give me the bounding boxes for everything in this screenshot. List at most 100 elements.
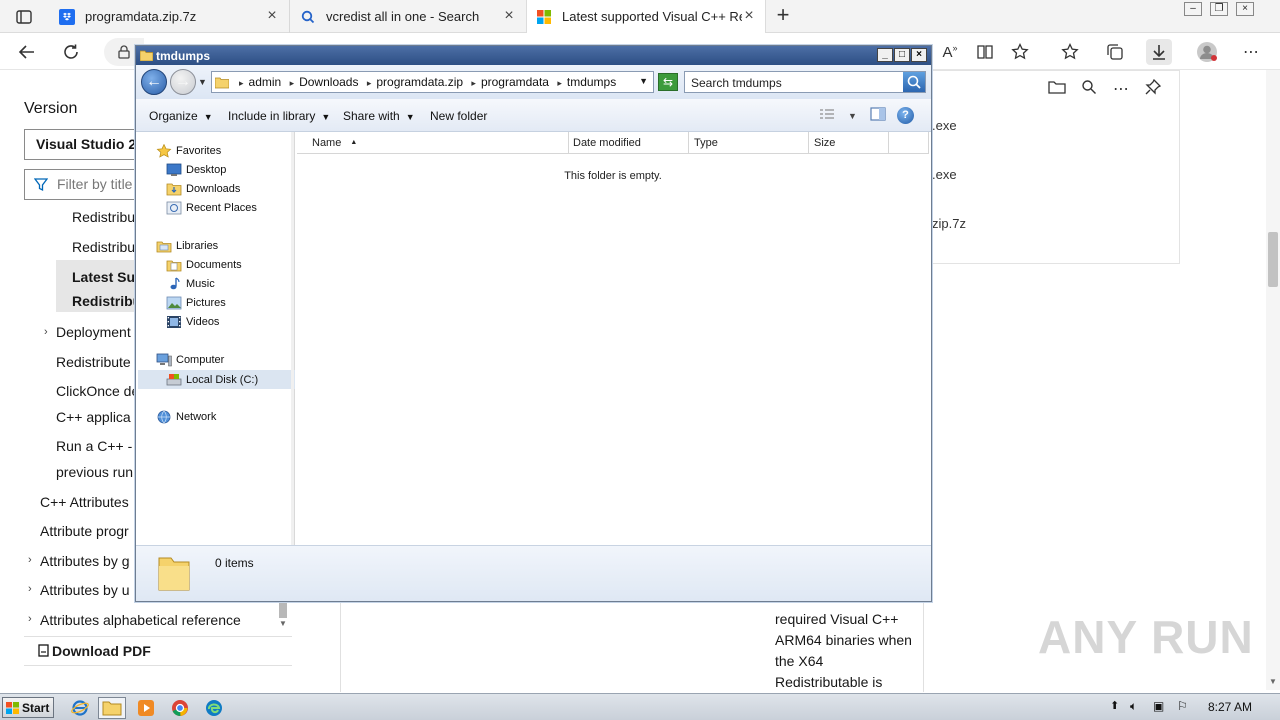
new-tab-button[interactable]: + <box>770 4 796 27</box>
explorer-back-button[interactable]: ← <box>141 69 167 95</box>
nav-item[interactable]: ClickOnce de <box>56 383 139 399</box>
tree-computer[interactable]: Computer <box>156 353 224 367</box>
change-view-button[interactable] <box>819 107 835 124</box>
view-options-dropdown[interactable]: ▼ <box>848 111 857 121</box>
taskbar-media-player[interactable] <box>132 697 160 719</box>
back-button[interactable] <box>14 39 40 65</box>
nav-item-selected[interactable]: Redistribu <box>72 293 141 309</box>
scroll-down-icon[interactable]: ▼ <box>1269 677 1277 686</box>
tree-libraries[interactable]: Libraries <box>156 239 218 253</box>
preview-pane-button[interactable] <box>870 107 886 124</box>
breadcrumb-item[interactable]: tmdumps <box>567 75 616 89</box>
nav-item[interactable]: Redistribu <box>72 239 135 255</box>
share-with-menu[interactable]: Share with ▼ <box>343 109 415 123</box>
download-item[interactable]: .exe <box>932 118 957 133</box>
chevron-right-icon[interactable]: › <box>28 554 32 566</box>
downloads-button[interactable] <box>1146 39 1172 65</box>
nav-item[interactable]: Attributes alphabetical reference <box>40 612 241 628</box>
nav-scrollbar[interactable]: ▼ <box>277 600 291 632</box>
page-scroll-thumb[interactable] <box>1268 232 1278 287</box>
explorer-address-bar[interactable]: ▸ admin ▸ Downloads ▸ programdata.zip ▸ prog… <box>211 71 654 93</box>
address-history-dropdown[interactable]: ▼ <box>639 76 648 86</box>
nav-item[interactable]: Attribute progr <box>40 523 129 539</box>
settings-more-button[interactable]: ⋯ <box>1238 39 1264 65</box>
tree-network[interactable]: Network <box>156 410 216 424</box>
chevron-right-icon[interactable]: › <box>28 613 32 625</box>
explorer-close-button[interactable]: × <box>911 48 927 62</box>
close-tab-icon[interactable]: × <box>501 8 517 24</box>
favorites-button[interactable] <box>1058 39 1084 65</box>
refresh-button[interactable] <box>58 39 84 65</box>
pin-icon[interactable] <box>1142 78 1164 101</box>
recent-pages-dropdown[interactable]: ▼ <box>198 77 207 87</box>
explorer-forward-button[interactable]: → <box>170 69 196 95</box>
tree-desktop[interactable]: Desktop <box>166 163 226 177</box>
tray-show-hidden-icon[interactable]: ⬆ <box>1110 699 1119 712</box>
explorer-search-input[interactable]: Search tmdumps <box>684 71 926 93</box>
nav-item-selected[interactable]: Latest Sup <box>72 269 144 285</box>
immersive-reader-button[interactable] <box>972 39 998 65</box>
taskbar-chrome[interactable] <box>166 697 194 719</box>
taskbar-edge[interactable] <box>200 697 228 719</box>
tree-recent-places[interactable]: Recent Places <box>166 201 257 215</box>
chevron-right-icon[interactable]: › <box>44 326 48 338</box>
download-pdf-link[interactable]: Download PDF <box>24 636 292 666</box>
breadcrumb-arrow-icon[interactable]: ▸ <box>557 78 562 88</box>
breadcrumb-arrow-icon[interactable]: ▸ <box>471 78 476 88</box>
explorer-title-bar[interactable]: tmdumps _ □ × <box>136 46 931 65</box>
column-header-name[interactable]: Name ▲ <box>297 132 569 154</box>
nav-item[interactable]: C++ applica <box>56 409 131 425</box>
open-folder-icon[interactable] <box>1046 79 1068 101</box>
tray-volume-icon[interactable]: 🔈︎ <box>1130 699 1137 714</box>
help-button[interactable]: ? <box>897 107 914 124</box>
add-favorite-button[interactable] <box>1008 39 1034 65</box>
scroll-down-icon[interactable]: ▼ <box>279 619 287 628</box>
tree-favorites[interactable]: Favorites <box>156 144 221 158</box>
collections-button[interactable] <box>1102 39 1128 65</box>
tab-search[interactable]: vcredist all in one - Search × <box>289 0 525 33</box>
tree-documents[interactable]: Documents <box>166 258 242 272</box>
breadcrumb-item[interactable]: admin <box>249 75 282 89</box>
start-button[interactable]: Start <box>2 697 54 718</box>
tree-scrollbar[interactable] <box>291 132 294 545</box>
organize-menu[interactable]: Organize ▼ <box>149 109 213 123</box>
column-header-extra[interactable] <box>889 132 929 154</box>
tree-local-disk-c[interactable]: Local Disk (C:) <box>138 370 295 389</box>
nav-item[interactable]: Deployment <box>56 324 131 340</box>
close-tab-icon[interactable]: × <box>264 8 280 24</box>
nav-item[interactable]: Redistribute <box>56 354 131 370</box>
tree-pictures[interactable]: Pictures <box>166 296 226 310</box>
nav-item[interactable]: Redistribu <box>72 209 135 225</box>
more-options-icon[interactable]: ⋯ <box>1110 79 1132 101</box>
tab-programdata[interactable]: programdata.zip.7z × <box>50 0 288 33</box>
profile-button[interactable] <box>1194 39 1220 65</box>
include-in-library-menu[interactable]: Include in library ▼ <box>228 109 330 123</box>
nav-scroll-thumb[interactable] <box>279 600 287 618</box>
breadcrumb-arrow-icon[interactable]: ▸ <box>239 78 244 88</box>
taskbar-ie[interactable] <box>66 697 94 719</box>
download-item[interactable]: .exe <box>932 167 957 182</box>
column-header-size[interactable]: Size <box>809 132 889 154</box>
tray-network-icon[interactable]: ▣ <box>1153 699 1164 713</box>
explorer-maximize-button[interactable]: □ <box>894 48 910 62</box>
chevron-right-icon[interactable]: › <box>28 583 32 595</box>
nav-item[interactable]: Attributes by u <box>40 582 130 598</box>
nav-item[interactable]: Run a C++ - <box>56 438 132 454</box>
close-button[interactable]: × <box>1236 2 1254 16</box>
nav-item[interactable]: Attributes by g <box>40 553 130 569</box>
search-downloads-icon[interactable] <box>1078 79 1100 101</box>
breadcrumb-item[interactable]: Downloads <box>299 75 358 89</box>
explorer-refresh-button[interactable]: ⇆ <box>658 73 678 91</box>
new-folder-button[interactable]: New folder <box>430 109 487 123</box>
read-aloud-button[interactable]: A» <box>937 39 963 65</box>
breadcrumb-arrow-icon[interactable]: ▸ <box>290 78 295 88</box>
taskbar-explorer[interactable] <box>98 697 126 719</box>
explorer-minimize-button[interactable]: _ <box>877 48 893 62</box>
tray-action-center-icon[interactable]: ⚐ <box>1177 699 1188 713</box>
tab-actions-button[interactable] <box>10 6 38 28</box>
minimize-button[interactable]: – <box>1184 2 1202 16</box>
restore-button[interactable]: ❐ <box>1210 2 1228 16</box>
breadcrumb-item[interactable]: programdata <box>481 75 549 89</box>
page-scrollbar[interactable]: ▼ <box>1266 70 1280 690</box>
tree-videos[interactable]: Videos <box>166 315 219 329</box>
